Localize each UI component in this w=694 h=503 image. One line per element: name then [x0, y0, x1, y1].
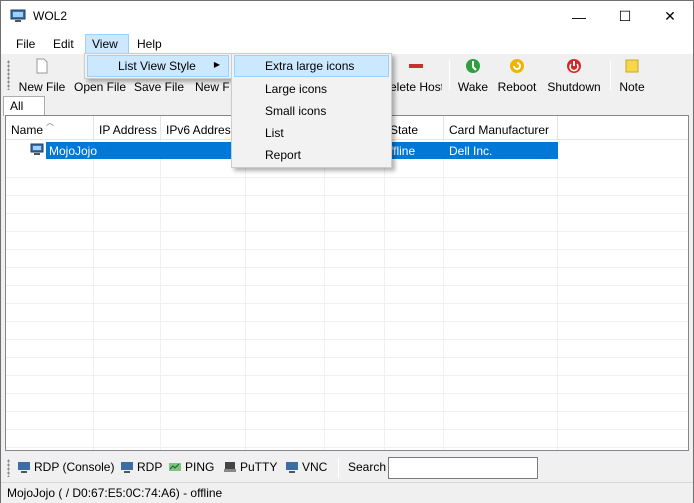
column-name-label: Name	[11, 123, 44, 137]
new-file-label: New File	[18, 80, 66, 94]
grid-line	[6, 178, 688, 196]
minimize-button[interactable]: —	[556, 1, 602, 32]
grid-line	[6, 250, 688, 268]
shutdown-label: Shutdown	[547, 80, 601, 94]
menu-item-small-icons[interactable]: Small icons	[234, 100, 389, 122]
cell-state: ffline	[390, 144, 416, 158]
grid-line	[6, 322, 688, 340]
status-text: MojoJojo ( / D0:67:E5:0C:74:A6) - offlin…	[7, 486, 223, 500]
grid-line	[6, 358, 688, 376]
putty-label: PuTTY	[240, 460, 278, 474]
menu-item-list[interactable]: List	[234, 122, 389, 144]
search-label: Search	[348, 460, 387, 474]
new-file-button[interactable]: New File	[17, 56, 67, 94]
menu-item-report[interactable]: Report	[234, 144, 389, 166]
menu-item-large-icons[interactable]: Large icons	[234, 78, 389, 100]
ping-icon	[169, 463, 181, 471]
note-icon	[625, 59, 639, 73]
tab-all[interactable]: All	[3, 96, 45, 116]
delete-host-button[interactable]: elete Host	[390, 56, 442, 93]
ping-label: PING	[185, 460, 215, 474]
column-header-ip[interactable]: IP Address	[94, 116, 161, 140]
grid-line	[6, 394, 688, 412]
ping-button[interactable]: PING	[168, 460, 214, 474]
rdp-console-button[interactable]: RDP (Console)	[17, 460, 114, 474]
menu-help[interactable]: Help	[130, 34, 169, 54]
delete-host-icon	[409, 64, 423, 68]
search-input[interactable]	[388, 457, 538, 479]
wake-icon	[466, 59, 480, 73]
toolbar-grip[interactable]	[7, 60, 10, 90]
reboot-button[interactable]: Reboot	[497, 56, 537, 94]
toolbar-separator	[610, 60, 611, 90]
status-bar: MojoJojo ( / D0:67:E5:0C:74:A6) - offlin…	[1, 482, 693, 503]
menu-file[interactable]: File	[9, 34, 42, 54]
putty-button[interactable]: PuTTY	[223, 460, 277, 474]
shutdown-button[interactable]: Shutdown	[545, 56, 603, 94]
wake-button[interactable]: Wake	[456, 56, 490, 94]
vnc-icon	[286, 462, 298, 473]
rdp-button[interactable]: RDP	[120, 460, 162, 474]
minimize-icon: —	[572, 8, 586, 25]
cell-name: MojoJojo	[49, 144, 98, 158]
bottom-toolbar: RDP (Console) RDP PING PuTTY VNC Search	[1, 455, 693, 481]
vnc-button[interactable]: VNC	[285, 460, 327, 474]
rdp-icon	[121, 462, 133, 473]
grid-line	[6, 430, 688, 448]
note-button[interactable]: Note	[617, 56, 647, 94]
save-file-label: Save File	[134, 80, 185, 94]
wake-label: Wake	[457, 80, 489, 94]
maximize-icon: ☐	[618, 8, 632, 24]
list-view-style-submenu: Extra large icons Large icons Small icon…	[231, 53, 392, 168]
maximize-button[interactable]: ☐	[602, 1, 648, 32]
submenu-arrow-icon: ▶	[213, 60, 220, 69]
rdp-console-label: RDP (Console)	[34, 460, 115, 474]
host-computer-icon	[30, 143, 44, 155]
shutdown-icon	[567, 59, 581, 73]
toolbar-separator	[338, 458, 339, 478]
menu-item-extra-large-icons[interactable]: Extra large icons	[234, 55, 389, 77]
reboot-icon	[510, 59, 524, 73]
close-icon: ✕	[664, 8, 676, 24]
reboot-label: Reboot	[497, 80, 537, 94]
grid-line	[6, 286, 688, 304]
vnc-label: VNC	[302, 460, 328, 474]
view-menu-dropdown: List View Style ▶	[84, 53, 232, 79]
menu-bar: File Edit View Help	[1, 32, 693, 54]
window-title: WOL2	[33, 9, 68, 23]
sort-ascending-icon: ︿	[46, 118, 54, 127]
new-file-icon	[36, 58, 48, 74]
close-button[interactable]: ✕	[647, 1, 693, 32]
column-header-name[interactable]: Name ︿	[6, 116, 94, 140]
grid-line	[6, 232, 688, 250]
grid-line	[6, 412, 688, 430]
delete-host-label: elete Host	[390, 80, 442, 93]
grid-line	[6, 340, 688, 358]
toolbar-grip[interactable]	[7, 459, 10, 477]
column-header-card-manufacturer[interactable]: Card Manufacturer	[444, 116, 558, 140]
new-folder-label: New F	[195, 80, 229, 93]
grid-line	[6, 214, 688, 232]
note-label: Note	[619, 80, 645, 94]
column-header-state[interactable]: State	[385, 116, 444, 140]
menu-edit[interactable]: Edit	[46, 34, 81, 54]
grid-line	[6, 268, 688, 286]
rdp-label: RDP	[137, 460, 163, 474]
grid-line	[6, 304, 688, 322]
grid-line	[6, 196, 688, 214]
app-computer-icon	[10, 9, 26, 22]
title-bar: WOL2 — ☐ ✕	[1, 1, 693, 32]
putty-icon	[224, 462, 236, 472]
menu-item-list-view-style[interactable]: List View Style ▶	[87, 55, 229, 77]
grid-line	[6, 376, 688, 394]
rdp-console-icon	[18, 462, 30, 473]
cell-card-manufacturer: Dell Inc.	[449, 144, 493, 158]
menu-view[interactable]: View	[85, 34, 129, 54]
open-file-label: Open File	[73, 80, 127, 94]
menu-item-list-view-style-label: List View Style	[118, 59, 196, 73]
toolbar-separator	[449, 60, 450, 90]
